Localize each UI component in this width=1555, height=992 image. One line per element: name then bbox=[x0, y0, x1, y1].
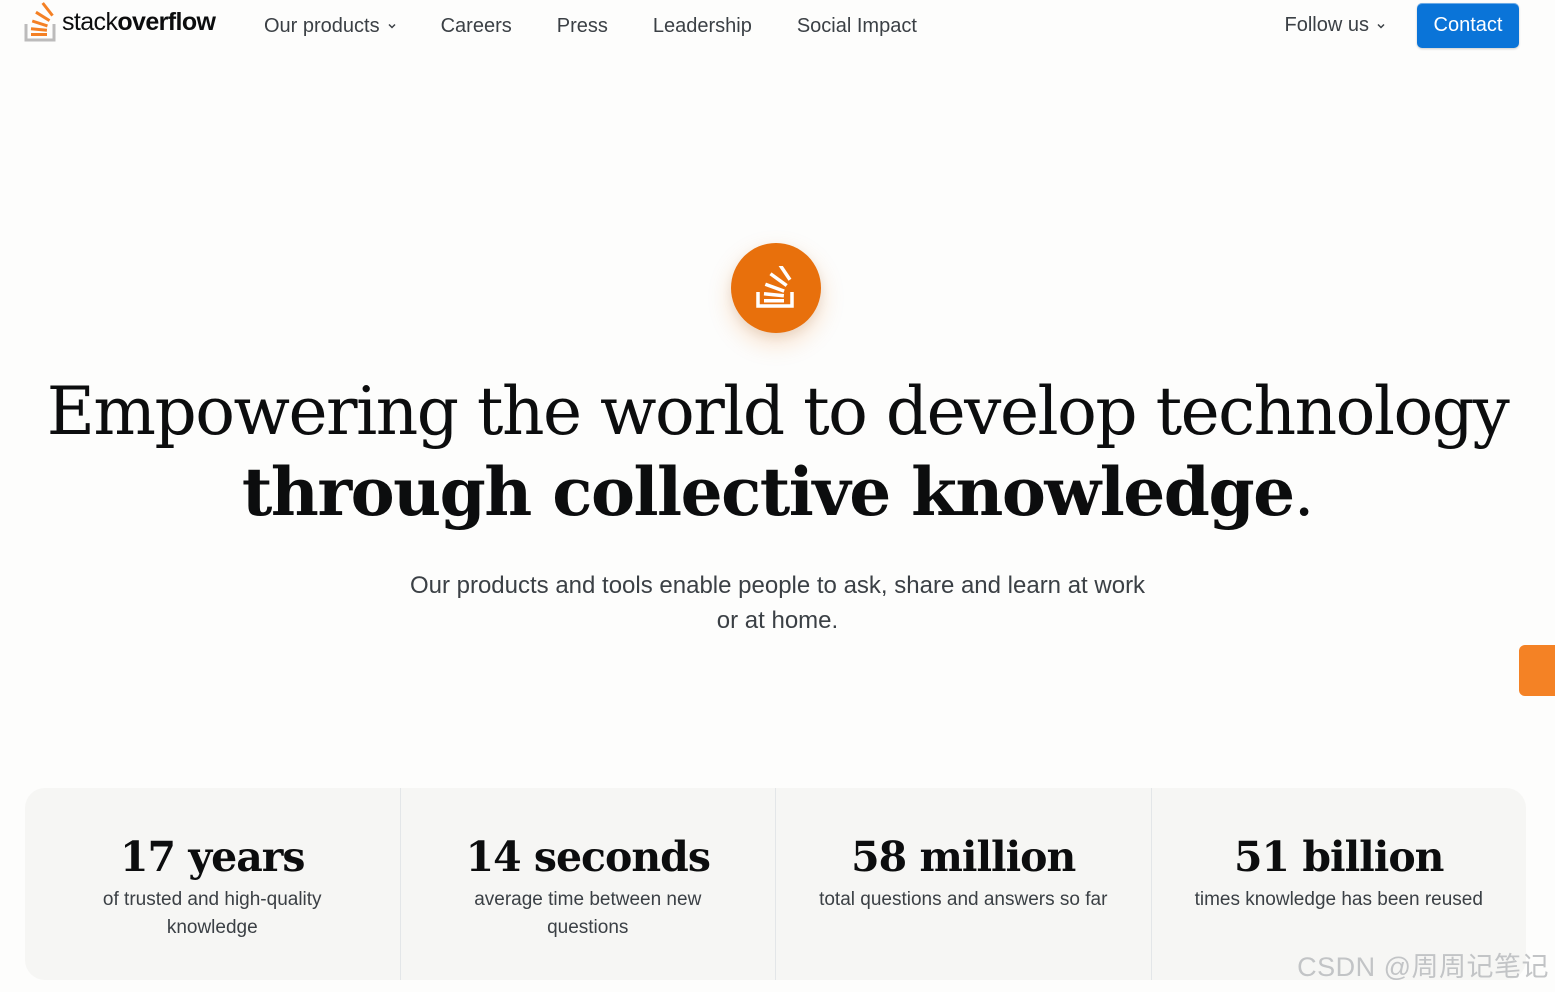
top-navigation: stackoverflow Our products Careers Press… bbox=[0, 0, 1555, 52]
stat-value: 51 billion bbox=[1234, 833, 1444, 881]
headline-line-1: Empowering the world to develop technolo… bbox=[46, 373, 1510, 450]
hero-headline: Empowering the world to develop technolo… bbox=[0, 372, 1555, 533]
primary-nav: Our products Careers Press Leadership So… bbox=[264, 0, 962, 52]
stat-label: of trusted and high-quality knowledge bbox=[102, 889, 322, 938]
stat-label: total questions and answers so far bbox=[819, 889, 1108, 910]
stat-seconds: 14 seconds average time between new ques… bbox=[399, 788, 776, 980]
stat-years: 17 years of trusted and high-quality kno… bbox=[25, 788, 400, 980]
hero-logo-badge bbox=[731, 243, 821, 333]
logo-wordmark: stackoverflow bbox=[62, 7, 216, 36]
stat-label: average time between new questions bbox=[474, 889, 702, 938]
nav-social-impact[interactable]: Social Impact bbox=[797, 15, 917, 38]
stat-questions: 58 million total questions and answers s… bbox=[775, 788, 1151, 980]
chevron-down-icon bbox=[1377, 23, 1385, 29]
headline-line-2: through collective knowledge. bbox=[241, 453, 1315, 531]
stat-value: 14 seconds bbox=[465, 833, 711, 881]
nav-actions: Follow us Contact bbox=[1285, 3, 1519, 48]
nav-our-products[interactable]: Our products bbox=[264, 15, 396, 38]
contact-button[interactable]: Contact bbox=[1417, 3, 1519, 48]
stackoverflow-logo-icon bbox=[24, 2, 56, 42]
nav-press[interactable]: Press bbox=[557, 15, 608, 38]
stat-value: 17 years bbox=[120, 833, 305, 881]
watermark: CSDN @周周记笔记 bbox=[1297, 952, 1549, 982]
stat-label: times knowledge has been reused bbox=[1194, 889, 1483, 910]
stat-value: 58 million bbox=[851, 833, 1076, 881]
hero-subtitle: Our products and tools enable people to … bbox=[409, 572, 1146, 634]
stackoverflow-logo-icon bbox=[756, 266, 794, 308]
nav-careers[interactable]: Careers bbox=[441, 15, 512, 38]
feedback-side-tab[interactable] bbox=[1519, 645, 1555, 696]
stackoverflow-logo[interactable]: stackoverflow bbox=[24, 2, 216, 42]
chevron-down-icon bbox=[388, 23, 396, 29]
follow-us-dropdown[interactable]: Follow us bbox=[1285, 14, 1385, 37]
nav-leadership[interactable]: Leadership bbox=[653, 15, 752, 38]
